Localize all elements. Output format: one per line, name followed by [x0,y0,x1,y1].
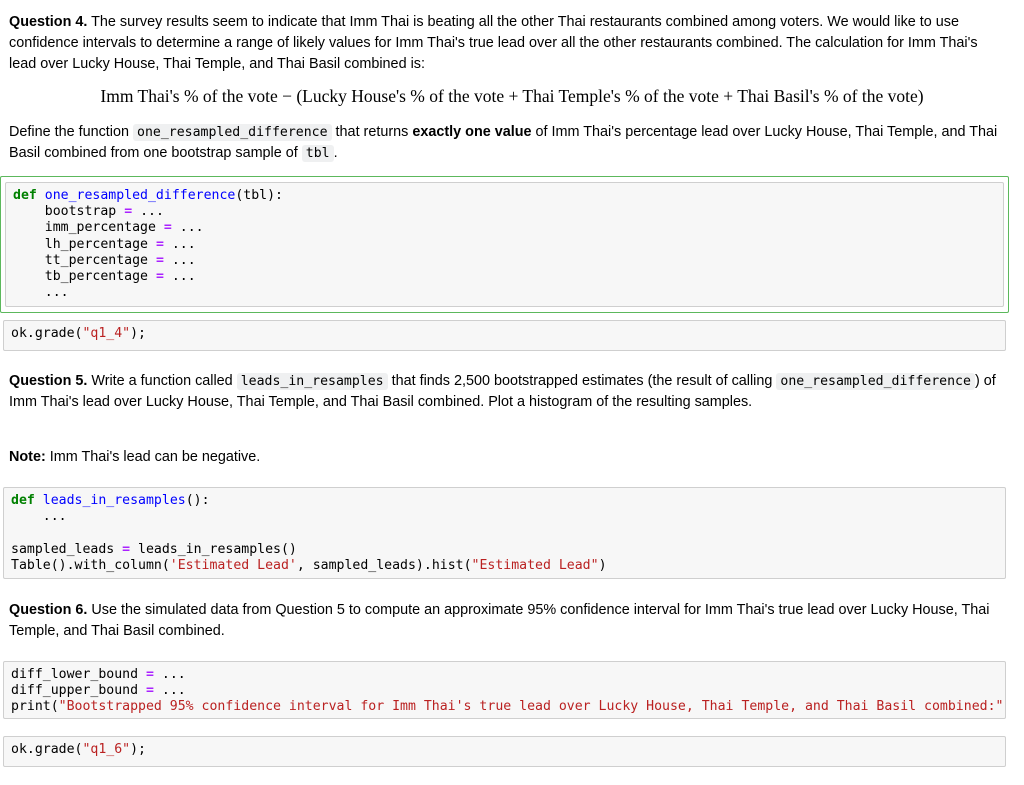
code-editor[interactable]: diff_lower_bound = ... diff_upper_bound … [4,662,1005,718]
question-4-text: Question 4. The survey results seem to i… [9,14,978,72]
code-editor[interactable]: ok.grade("q1_4"); [4,321,1005,347]
inline-code: one_resampled_difference [776,373,975,390]
code-editor[interactable]: def one_resampled_difference(tbl): boots… [6,183,1003,306]
lead-formula: Imm Thai's % of the vote − (Lucky House'… [100,86,924,106]
question-4-define-text: Define the function one_resampled_differ… [9,124,998,162]
code-cell-grade-q1-4[interactable]: ok.grade("q1_4"); [3,320,1006,351]
code-cell-grade-q1-6[interactable]: ok.grade("q1_6"); [3,736,1006,767]
code-cell-leads-in-resamples[interactable]: def leads_in_resamples(): ... sampled_le… [3,487,1006,579]
inline-code: one_resampled_difference [133,124,332,141]
code-editor[interactable]: ok.grade("q1_6"); [4,737,1005,763]
inline-code: tbl [301,145,334,162]
question-6-text: Question 6. Use the simulated data from … [9,602,990,639]
code-cell-one-resampled-difference[interactable]: def one_resampled_difference(tbl): boots… [0,176,1009,313]
inline-code: leads_in_resamples [236,373,388,390]
code-editor[interactable]: def leads_in_resamples(): ... sampled_le… [4,488,1005,578]
question-5-note: Note: Imm Thai's lead can be negative. [9,449,261,465]
question-5-text: Question 5. Write a function called lead… [9,373,996,410]
code-cell-confidence-interval[interactable]: diff_lower_bound = ... diff_upper_bound … [3,661,1006,719]
